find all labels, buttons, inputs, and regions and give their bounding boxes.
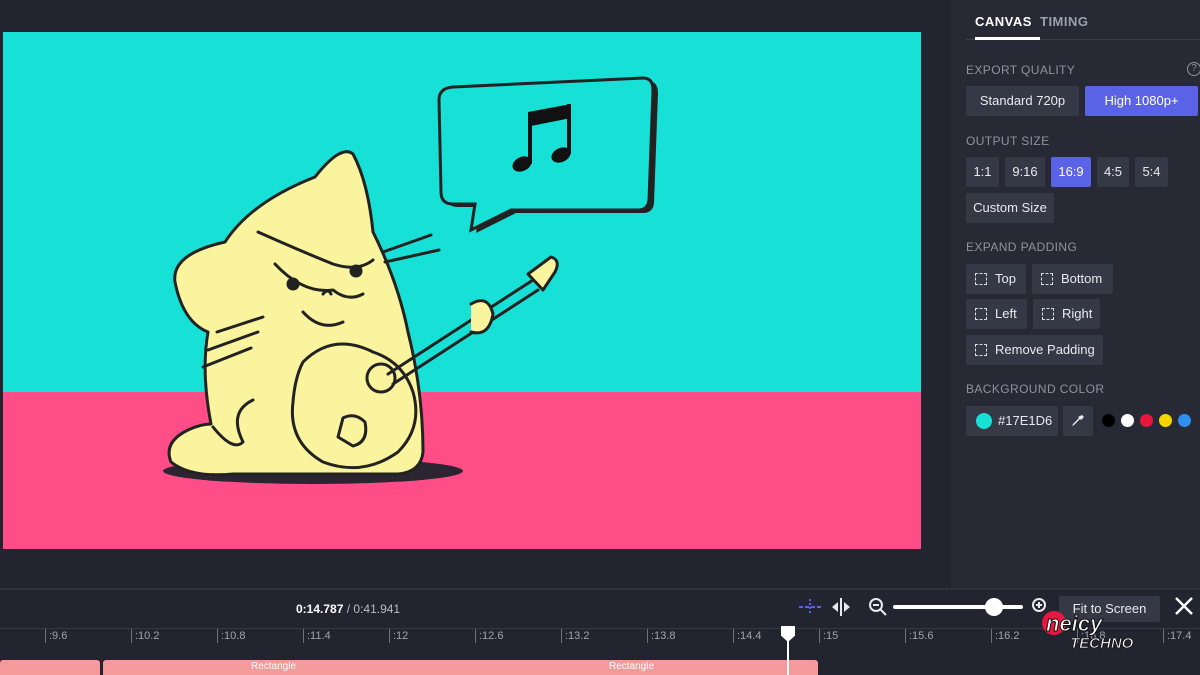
pad-bottom-label: Bottom: [1061, 271, 1103, 286]
eyedropper-button[interactable]: [1063, 406, 1093, 436]
timeline-divider[interactable]: [0, 588, 1200, 590]
padding-icon: [975, 273, 987, 285]
remove-padding-label: Remove Padding: [995, 342, 1095, 357]
timeline-ruler[interactable]: :9.6 :10.2 :10.8 :11.4 :12 :12.6 :13.2 :…: [0, 628, 1200, 650]
pad-top-button[interactable]: Top: [966, 264, 1026, 294]
pad-right-button[interactable]: Right: [1033, 299, 1100, 329]
cat-guitar-illustration: [163, 76, 658, 484]
preview-canvas[interactable]: [3, 32, 921, 549]
standard-720p-button[interactable]: Standard 720p: [966, 86, 1079, 116]
padding-icon: [975, 344, 987, 356]
ruler-tick-label: :10.2: [135, 630, 160, 642]
total-time: 0:41.941: [353, 602, 401, 616]
preset-color-red[interactable]: [1140, 414, 1153, 427]
size-4-5-button[interactable]: 4:5: [1097, 157, 1129, 187]
ruler-tick-label: :11.4: [307, 630, 331, 642]
ruler-tick: :10.2: [131, 629, 159, 643]
background-color-picker[interactable]: #17E1D6: [966, 406, 1058, 436]
current-time: 0:14.787: [296, 602, 344, 616]
panel-tabs: CANVAS TIMING: [966, 14, 1200, 40]
properties-panel: CANVAS TIMING EXPORT QUALITY ? Standard …: [951, 0, 1200, 588]
background-color-value: #17E1D6: [998, 413, 1053, 428]
background-color-label: BACKGROUND COLOR: [966, 382, 1105, 396]
ruler-tick-label: :14.4: [737, 630, 762, 642]
preset-color-black[interactable]: [1102, 414, 1115, 427]
time-readout: 0:14.787 / 0:41.941: [296, 602, 400, 616]
ruler-tick: :15: [819, 629, 838, 643]
clip-label: Rectangle: [251, 661, 297, 672]
time-separator: /: [343, 602, 354, 616]
ruler-tick: :11.4: [303, 629, 331, 643]
help-icon[interactable]: ?: [1187, 62, 1200, 76]
ruler-tick-label: :12: [393, 630, 409, 642]
ruler-tick-label: :10.8: [221, 630, 246, 642]
timeline-clip[interactable]: [0, 660, 100, 675]
ruler-tick-label: :9.6: [49, 630, 68, 642]
ruler-tick: :13.8: [647, 629, 675, 643]
preset-color-blue[interactable]: [1178, 414, 1191, 427]
size-16-9-button[interactable]: 16:9: [1051, 157, 1091, 187]
custom-size-button[interactable]: Custom Size: [966, 193, 1054, 223]
app-window: CANVAS TIMING EXPORT QUALITY ? Standard …: [0, 0, 1200, 675]
tab-canvas[interactable]: CANVAS: [975, 14, 1040, 40]
zoom-out-icon[interactable]: [868, 597, 888, 617]
neicy-techno-logo: neicy TECHNO: [1042, 611, 1134, 652]
ruler-tick: :15.6: [905, 629, 933, 643]
pad-bottom-button[interactable]: Bottom: [1032, 264, 1113, 294]
pad-right-label: Right: [1062, 306, 1093, 321]
size-9-16-button[interactable]: 9:16: [1005, 157, 1045, 187]
timeline: 0:14.787 / 0:41.941 Fit to Screen:9.6:…: [0, 588, 1200, 675]
expand-padding-label: EXPAND PADDING: [966, 240, 1078, 254]
svg-text:TECHNO: TECHNO: [1070, 635, 1134, 652]
preset-color-yellow[interactable]: [1159, 414, 1172, 427]
ruler-tick-label: :13.2: [565, 630, 590, 642]
remove-padding-button[interactable]: Remove Padding: [966, 335, 1103, 365]
clip-label: Rectangle: [609, 661, 655, 672]
export-quality-label: EXPORT QUALITY: [966, 63, 1076, 77]
ruler-tick: :14.4: [733, 629, 761, 643]
ruler-tick: :10.8: [217, 629, 245, 643]
speech-bubble: [437, 76, 658, 233]
ruler-tick-label: :12.6: [479, 630, 504, 642]
ruler-tick-label: :15.6: [909, 630, 934, 642]
ruler-tick: :17.4: [1163, 629, 1191, 643]
ruler-tick: :12: [389, 629, 408, 643]
size-1-1-button[interactable]: 1:1: [966, 157, 999, 187]
eyedropper-icon: [1072, 415, 1084, 426]
pad-top-label: Top: [995, 271, 1016, 286]
preset-color-white[interactable]: [1121, 414, 1134, 427]
high-1080p-button[interactable]: High 1080p+: [1085, 86, 1198, 116]
padding-icon: [1042, 308, 1054, 320]
ruler-tick-label: :15: [823, 630, 839, 642]
ruler-tick: :9.6: [45, 629, 67, 643]
padding-icon: [1041, 273, 1053, 285]
padding-icon: [975, 308, 987, 320]
pad-left-label: Left: [995, 306, 1017, 321]
tab-timing[interactable]: TIMING: [1040, 14, 1089, 29]
zoom-slider-handle[interactable]: [985, 598, 1004, 616]
svg-text:neicy: neicy: [1046, 611, 1104, 636]
canvas-area: [0, 0, 951, 588]
pad-left-button[interactable]: Left: [966, 299, 1027, 329]
current-color-swatch: [976, 413, 992, 429]
snap-icon[interactable]: [830, 597, 852, 617]
size-5-4-button[interactable]: 5:4: [1135, 157, 1168, 187]
ruler-tick-label: :16.2: [995, 630, 1020, 642]
timeline-clip-rectangle[interactable]: Rectangle Rectangle: [103, 660, 818, 675]
zoom-slider[interactable]: [893, 605, 1023, 609]
ruler-tick: :16.2: [991, 629, 1019, 643]
ruler-tick-label: :13.8: [651, 630, 676, 642]
ruler-tick-label: :17.4: [1167, 630, 1192, 642]
split-icon[interactable]: [797, 597, 823, 617]
ruler-tick: :12.6: [475, 629, 503, 643]
ruler-tick: :13.2: [561, 629, 589, 643]
output-size-label: OUTPUT SIZE: [966, 134, 1050, 148]
close-icon[interactable]: [1173, 595, 1195, 617]
